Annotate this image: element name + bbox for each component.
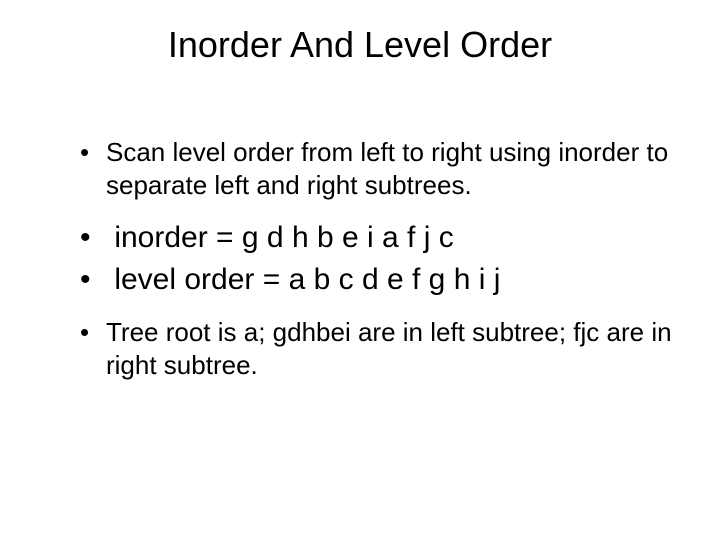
bullet-icon: • — [80, 219, 106, 257]
bullet-text: level order = a b c d e f g h i j — [106, 263, 500, 296]
list-item: •Tree root is a; gdhbei are in left subt… — [80, 316, 680, 381]
slide-title: Inorder And Level Order — [40, 24, 680, 66]
bullet-icon: • — [80, 136, 106, 169]
list-item: • inorder = g d h b e i a f j c — [80, 219, 680, 257]
slide: Inorder And Level Order •Scan level orde… — [0, 0, 720, 540]
bullet-list: •Scan level order from left to right usi… — [40, 136, 680, 381]
bullet-icon: • — [80, 261, 106, 299]
bullet-text: Scan level order from left to right usin… — [106, 137, 668, 200]
bullet-text: inorder = g d h b e i a f j c — [106, 221, 454, 254]
list-item: • level order = a b c d e f g h i j — [80, 261, 680, 299]
bullet-icon: • — [80, 316, 106, 349]
bullet-text: Tree root is a; gdhbei are in left subtr… — [106, 317, 672, 380]
list-item: •Scan level order from left to right usi… — [80, 136, 680, 201]
